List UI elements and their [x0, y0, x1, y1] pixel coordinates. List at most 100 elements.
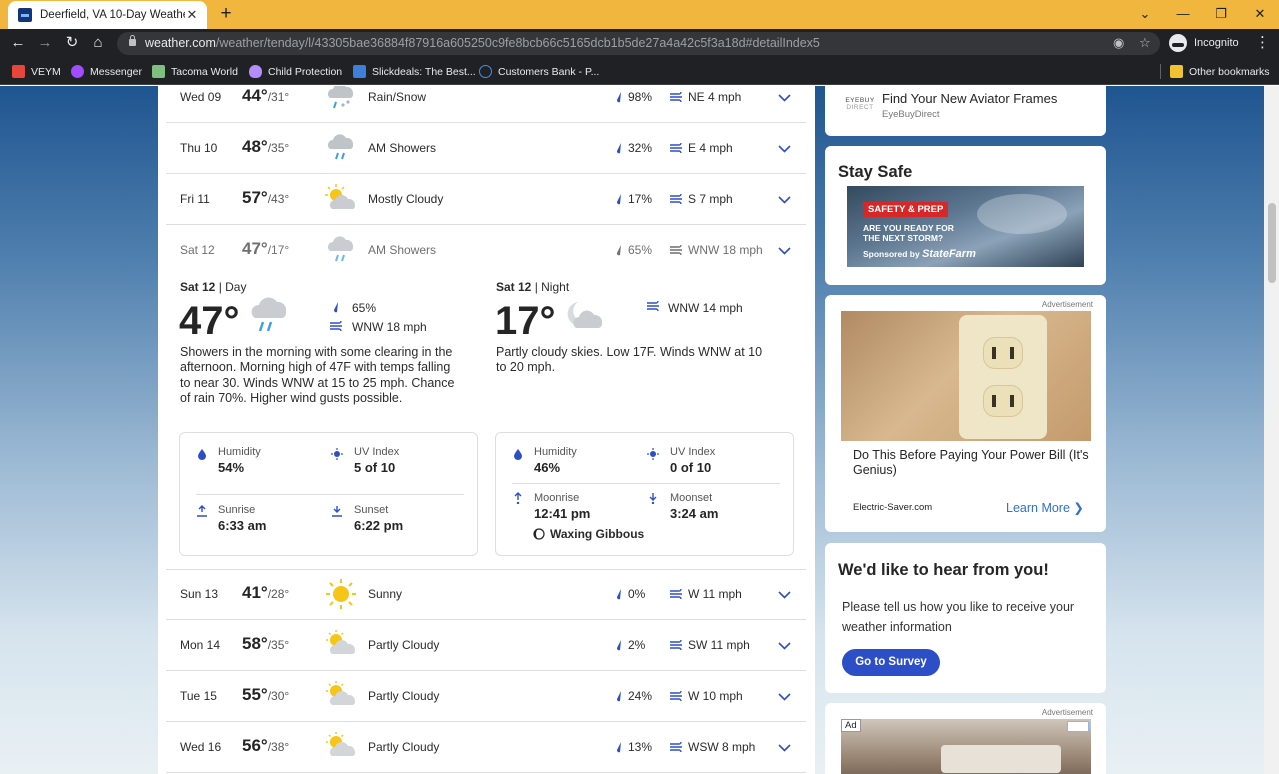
- ad-tag: Ad: [841, 719, 861, 732]
- close-window-button[interactable]: ✕: [1241, 0, 1279, 29]
- chevron-up-icon[interactable]: [778, 247, 791, 255]
- bookmark-label: VEYM: [31, 65, 61, 78]
- weather-favicon-icon: [18, 8, 32, 22]
- other-bookmarks[interactable]: Other bookmarks: [1170, 63, 1270, 80]
- bookmark-customers-bank[interactable]: Customers Bank - P...: [479, 63, 599, 80]
- night-wind: WNW 14 mph: [668, 301, 743, 315]
- wind-icon: [330, 321, 342, 331]
- bookmarks-bar: VEYM Messenger Tacoma World Child Protec…: [0, 58, 1279, 85]
- go-to-survey-button[interactable]: Go to Survey: [842, 649, 940, 676]
- chevron-down-icon[interactable]: [778, 145, 791, 153]
- furniture-ad-card[interactable]: Advertisement Ad: [825, 703, 1106, 774]
- tab-search-icon[interactable]: ⌄: [1126, 0, 1164, 29]
- minimize-button[interactable]: —: [1164, 0, 1202, 29]
- showers-icon: [328, 236, 354, 262]
- day-detail-panel: Sat 12 | Day 47° 65% WNW 18 mph Showers …: [166, 268, 806, 570]
- forecast-row[interactable]: Thu 10 48°/35° AM Showers 32% E 4 mph: [166, 124, 806, 174]
- forecast-row[interactable]: Mon 14 58°/35° Partly Cloudy 2% SW 11 mp…: [166, 621, 806, 671]
- night-temperature: 17°: [495, 299, 556, 343]
- row-wind: W 10 mph: [688, 689, 743, 703]
- restore-button[interactable]: ❐: [1202, 0, 1240, 29]
- bookmark-child-protection[interactable]: Child Protection: [249, 63, 342, 80]
- menu-kebab-icon[interactable]: ⋮: [1255, 33, 1270, 53]
- active-tab[interactable]: Deerfield, VA 10-Day Weather Fo ✕: [8, 1, 207, 29]
- bookmark-slickdeals[interactable]: Slickdeals: The Best...: [353, 63, 476, 80]
- day-part-heading: Sat 12 | Day: [180, 280, 247, 294]
- survey-heading: We'd like to hear from you!: [838, 561, 1049, 579]
- new-tab-button[interactable]: +: [216, 4, 236, 24]
- bookmark-label: Child Protection: [268, 65, 343, 78]
- day-temperature: 47°: [179, 299, 240, 343]
- power-bill-ad-card[interactable]: Advertisement Do This Before Paying Your…: [825, 295, 1106, 532]
- row-condition: Sunny: [368, 587, 403, 601]
- partly-cloudy-night-icon: [567, 302, 603, 328]
- sunset-value: 6:22 pm: [354, 518, 404, 533]
- tab-strip: Deerfield, VA 10-Day Weather Fo ✕ + ⌄ — …: [0, 0, 1279, 29]
- back-arrow-icon[interactable]: ←: [8, 33, 28, 53]
- sunrise-value: 6:33 am: [218, 518, 267, 533]
- reload-icon[interactable]: ↻: [62, 33, 82, 53]
- url-text[interactable]: weather.com/weather/tenday/l/43305bae368…: [145, 36, 820, 50]
- chevron-down-icon[interactable]: [778, 744, 791, 752]
- bookmark-veym[interactable]: VEYM: [12, 63, 61, 80]
- moonset-label: Moonset: [670, 492, 713, 504]
- waxing-gibbous-moon-icon: [533, 528, 545, 540]
- forecast-row[interactable]: Tue 15 55°/30° Partly Cloudy 24% W 10 mp…: [166, 672, 806, 722]
- chevron-down-icon[interactable]: [778, 591, 791, 599]
- furniture-ad-image[interactable]: Ad: [841, 719, 1091, 774]
- humidity-icon: [198, 449, 206, 460]
- page-scrollbar[interactable]: [1264, 86, 1279, 774]
- row-wind: W 11 mph: [688, 587, 742, 601]
- wind-icon: [670, 640, 682, 650]
- learn-more-link[interactable]: Learn More ❯: [1006, 500, 1084, 515]
- bookmark-label: Customers Bank - P...: [498, 65, 600, 78]
- close-tab-icon[interactable]: ✕: [185, 7, 199, 23]
- eyebuy-ad-card[interactable]: EYEBUY DIRECT Find Your New Aviator Frame…: [825, 86, 1106, 136]
- incognito-label: Incognito: [1194, 37, 1239, 49]
- chevron-down-icon[interactable]: [778, 94, 791, 102]
- forecast-row[interactable]: Wed 09 44°/31° Rain/Snow 98% NE 4 mph: [166, 86, 806, 123]
- forecast-row[interactable]: Fri 11 57°/43° Mostly Cloudy 17% S 7 mph: [166, 175, 806, 225]
- bookmark-messenger[interactable]: Messenger: [71, 63, 142, 80]
- row-condition: Partly Cloudy: [368, 638, 440, 652]
- row-wind: E 4 mph: [688, 141, 733, 155]
- bookmark-label: Slickdeals: The Best...: [372, 65, 476, 78]
- bookmark-star-icon[interactable]: ☆: [1139, 35, 1151, 51]
- row-precip: 65%: [628, 243, 653, 257]
- tracking-blocked-eye-icon[interactable]: ◉: [1113, 35, 1124, 51]
- scrollbar-thumb[interactable]: [1268, 203, 1276, 283]
- row-condition: Mostly Cloudy: [368, 192, 444, 206]
- incognito-indicator[interactable]: Incognito: [1169, 33, 1239, 53]
- raindrop-icon: [616, 143, 621, 154]
- forecast-row[interactable]: Sun 13 41°/28° Sunny 0% W 11 mph: [166, 570, 806, 620]
- veym-icon: [12, 65, 25, 78]
- bookmark-tacoma-world[interactable]: Tacoma World: [152, 63, 238, 80]
- bookmarks-divider: [1160, 64, 1161, 79]
- home-icon[interactable]: ⌂: [88, 33, 108, 53]
- chevron-down-icon[interactable]: [778, 642, 791, 650]
- night-narrative: Partly cloudy skies. Low 17F. Winds WNW …: [496, 345, 763, 375]
- row-wind: SW 11 mph: [688, 638, 750, 652]
- address-bar[interactable]: weather.com/weather/tenday/l/43305bae368…: [117, 32, 1160, 55]
- lock-icon[interactable]: [129, 35, 136, 46]
- forecast-row[interactable]: Wed 16 56°/38° Partly Cloudy 13% WSW 8 m…: [166, 723, 806, 773]
- chevron-down-icon[interactable]: [778, 196, 791, 204]
- row-precip: 13%: [628, 740, 653, 754]
- forward-arrow-icon[interactable]: →: [35, 33, 55, 53]
- outlet-ad-image[interactable]: [841, 311, 1091, 441]
- uv-label: UV Index: [670, 446, 716, 458]
- row-temps: 56°/38°: [242, 736, 290, 755]
- row-day: Thu 10: [180, 141, 218, 155]
- row-precip: 98%: [628, 90, 653, 104]
- uv-index-icon: [331, 448, 343, 460]
- eyebuy-ad-title[interactable]: Find Your New Aviator Frames: [882, 91, 1057, 106]
- chevron-down-icon[interactable]: [778, 693, 791, 701]
- adchoices-icon[interactable]: [1067, 721, 1089, 732]
- row-precip: 32%: [628, 141, 653, 155]
- safety-prep-banner[interactable]: SAFETY & PREP ARE YOU READY FOR THE NEXT …: [847, 186, 1084, 267]
- advertisement-label: Advertisement: [1041, 300, 1093, 309]
- raindrop-icon: [616, 92, 621, 103]
- power-bill-headline[interactable]: Do This Before Paying Your Power Bill (I…: [853, 448, 1089, 478]
- humidity-label: Humidity: [218, 446, 261, 458]
- row-day: Wed 09: [180, 90, 222, 104]
